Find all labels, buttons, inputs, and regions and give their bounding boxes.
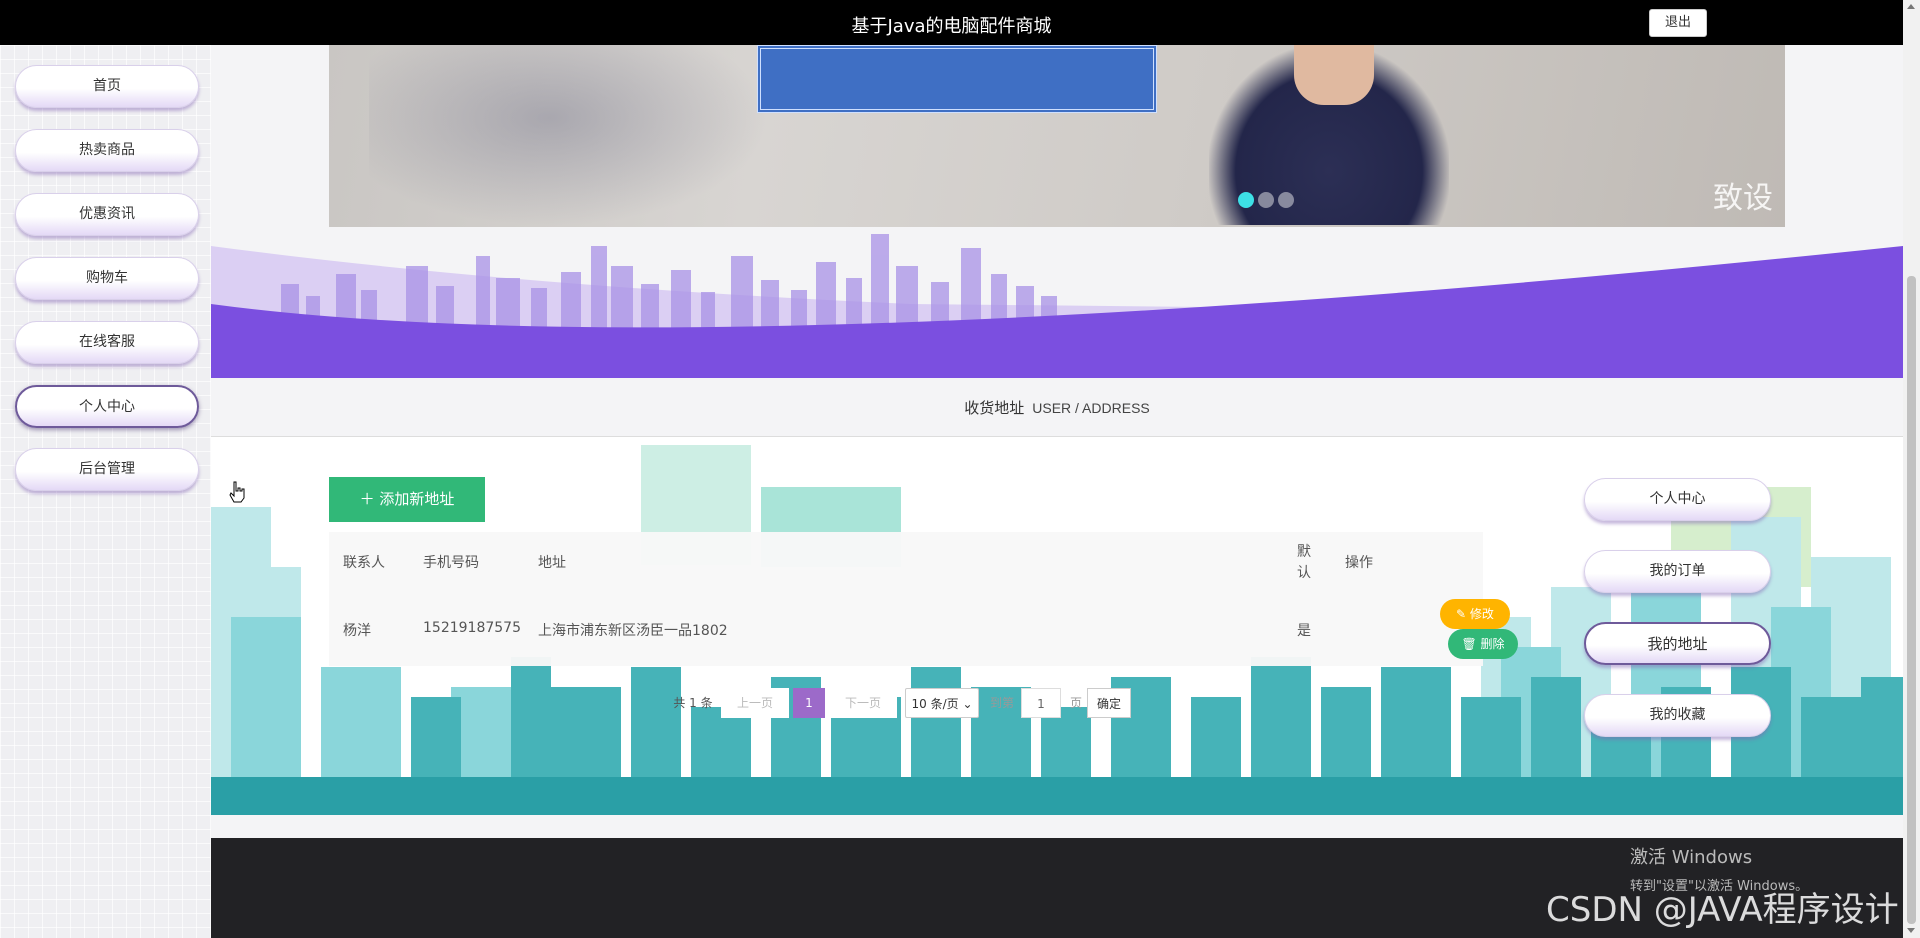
pagination-confirm-button[interactable]: 确定 [1087, 688, 1131, 718]
menu-personal-center[interactable]: 个人中心 [1584, 478, 1771, 521]
activation-title: 激活 Windows [1630, 847, 1753, 868]
banner-photo-left [369, 45, 769, 227]
cell-address: 上海市浦东新区汤臣一品1802 [538, 623, 728, 639]
cell-contact: 杨洋 [343, 623, 371, 639]
left-sidebar: 首页 热卖商品 优惠资讯 购物车 在线客服 个人中心 后台管理 [0, 45, 211, 938]
pagination-current-page[interactable]: 1 [793, 688, 825, 718]
top-bar: 基于Java的电脑配件商城 退出 [0, 0, 1903, 45]
scroll-up-arrow-icon[interactable] [1907, 4, 1915, 9]
vertical-scrollbar[interactable] [1903, 0, 1920, 938]
add-address-label: 添加新地址 [379, 490, 455, 508]
pagination-page-unit: 页 [1069, 696, 1082, 710]
column-header-actions: 操作 [1345, 555, 1373, 571]
carousel-dot-active[interactable] [1238, 192, 1254, 208]
sidebar-item-hot-products[interactable]: 热卖商品 [15, 129, 199, 172]
sidebar-item-cart[interactable]: 购物车 [15, 257, 199, 300]
section-subtitle: USER / ADDRESS [1032, 400, 1150, 416]
pagination-total: 共 1 条 [673, 696, 713, 710]
column-header-address: 地址 [538, 555, 566, 571]
carousel-dot[interactable] [1278, 192, 1294, 208]
column-header-default: 默认 [1297, 544, 1311, 581]
menu-my-address[interactable]: 我的地址 [1584, 622, 1771, 665]
site-title: 基于Java的电脑配件商城 [851, 16, 1052, 37]
delete-address-button[interactable]: 🗑 删除 [1448, 629, 1518, 659]
pagination-prev-button[interactable]: 上一页 [721, 688, 789, 718]
section-title: 收货地址 USER / ADDRESS [211, 397, 1903, 418]
scrollbar-thumb[interactable] [1907, 276, 1916, 924]
pagination-next-button[interactable]: 下一页 [829, 688, 897, 718]
sidebar-item-admin[interactable]: 后台管理 [15, 448, 199, 491]
pencil-icon: ✎ [1456, 607, 1470, 621]
plus-icon: ＋ [359, 490, 380, 508]
column-header-contact: 联系人 [343, 555, 385, 571]
add-address-button[interactable]: ＋ 添加新地址 [329, 477, 485, 522]
logout-button[interactable]: 退出 [1649, 9, 1707, 37]
sidebar-item-personal-center[interactable]: 个人中心 [15, 385, 199, 428]
sidebar-item-online-service[interactable]: 在线客服 [15, 321, 199, 364]
carousel-dots [1238, 192, 1298, 213]
menu-my-orders[interactable]: 我的订单 [1584, 550, 1771, 593]
edit-label: 修改 [1469, 607, 1494, 621]
sidebar-item-promotions[interactable]: 优惠资讯 [15, 193, 199, 236]
section-title-text: 收货地址 [964, 399, 1025, 417]
page-size-select[interactable]: 10 条/页 ⌄ [905, 688, 979, 718]
banner-carousel[interactable]: 致设 [329, 45, 1785, 227]
cell-phone: 15219187575 [423, 620, 521, 636]
pagination-goto-label: 到第 [989, 696, 1014, 710]
menu-my-favorites[interactable]: 我的收藏 [1584, 694, 1771, 737]
main-content: 致设 收货地址 USER / ADDRESS ＋ 添加新地址 联系人 手机号码 … [211, 0, 1903, 938]
city-wave-decoration [211, 234, 1903, 378]
csdn-watermark: CSDN @JAVA程序设计 [1546, 890, 1899, 930]
sidebar-item-home[interactable]: 首页 [15, 65, 199, 108]
page-size-value: 10 条/页 [911, 697, 959, 711]
banner-watermark: 致设 [1713, 181, 1773, 216]
carousel-dot[interactable] [1258, 192, 1274, 208]
trash-icon: 🗑 [1461, 637, 1481, 651]
column-header-phone: 手机号码 [423, 555, 479, 571]
scroll-down-arrow-icon[interactable] [1907, 928, 1915, 933]
delete-label: 删除 [1480, 637, 1505, 651]
edit-address-button[interactable]: ✎ 修改 [1440, 599, 1510, 629]
cell-default: 是 [1297, 623, 1311, 639]
chevron-down-icon: ⌄ [958, 697, 973, 711]
page-number-input[interactable]: 1 [1021, 688, 1061, 718]
banner-model-image [1294, 45, 1374, 105]
hand-cursor-icon [229, 481, 245, 503]
banner-text-box [757, 45, 1157, 113]
address-table: 联系人 手机号码 地址 默认 操作 杨洋 15219187575 上海市浦东新区… [329, 532, 1483, 666]
